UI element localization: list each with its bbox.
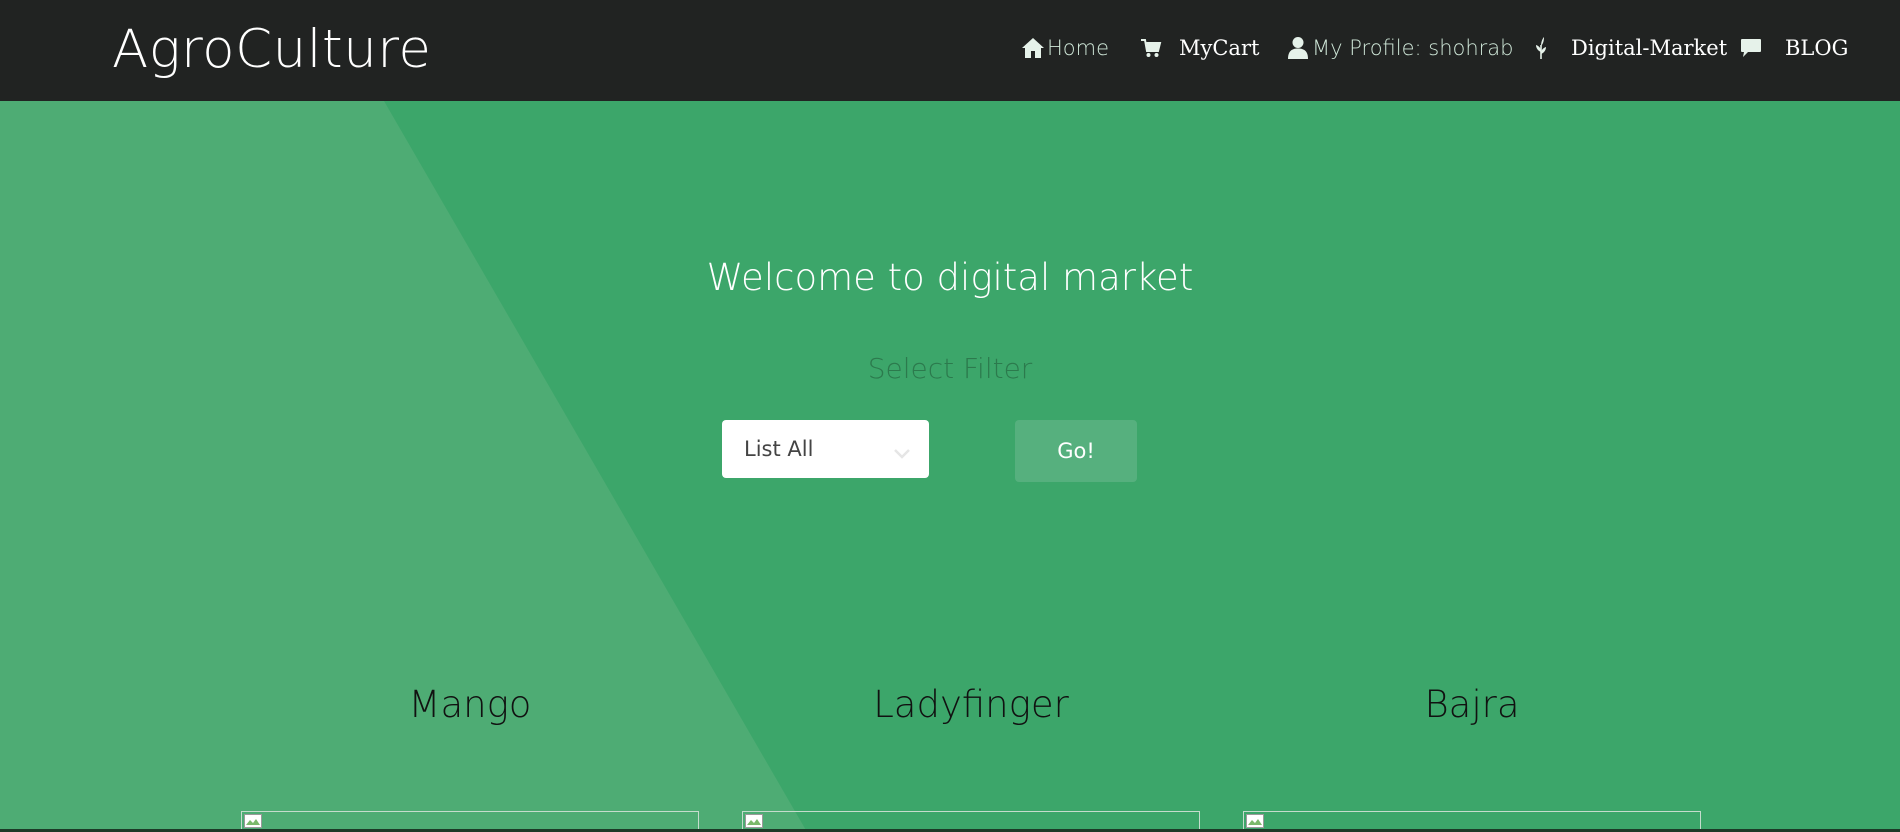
leaf-icon: [1533, 36, 1549, 60]
top-navbar: AgroCulture Home MyCart My Profile: shoh…: [0, 0, 1900, 101]
nav-blog[interactable]: BLOG: [1740, 33, 1848, 63]
comment-icon: [1740, 38, 1762, 58]
nav-cart-label: MyCart: [1179, 36, 1260, 60]
chevron-down-icon: [893, 441, 911, 465]
nav-home[interactable]: Home: [1021, 33, 1109, 63]
filter-select[interactable]: List All: [722, 420, 929, 478]
user-icon: [1287, 36, 1309, 60]
nav-profile-label: My Profile: shohrab: [1312, 36, 1514, 60]
cart-icon: [1140, 37, 1162, 59]
product-title: Mango: [408, 683, 532, 726]
product-title: Bajra: [1424, 683, 1520, 726]
nav-home-label: Home: [1047, 36, 1110, 60]
nav-digital-market-label: Digital-Market: [1571, 36, 1728, 60]
home-icon: [1021, 37, 1045, 59]
nav-digital-market[interactable]: Digital-Market: [1533, 33, 1727, 63]
nav-blog-label: BLOG: [1785, 36, 1849, 60]
hero-section: Welcome to digital market Select Filter …: [0, 101, 1900, 832]
filter-select-value: List All: [744, 437, 814, 461]
nav-profile[interactable]: My Profile: shohrab: [1287, 33, 1514, 63]
brand-logo[interactable]: AgroCulture: [112, 16, 432, 84]
nav-cart[interactable]: MyCart: [1140, 33, 1259, 63]
product-title: Ladyfinger: [873, 683, 1069, 726]
go-button[interactable]: Go!: [1015, 420, 1137, 482]
select-filter-label: Select Filter: [867, 352, 1033, 385]
welcome-heading: Welcome to digital market: [706, 256, 1194, 299]
